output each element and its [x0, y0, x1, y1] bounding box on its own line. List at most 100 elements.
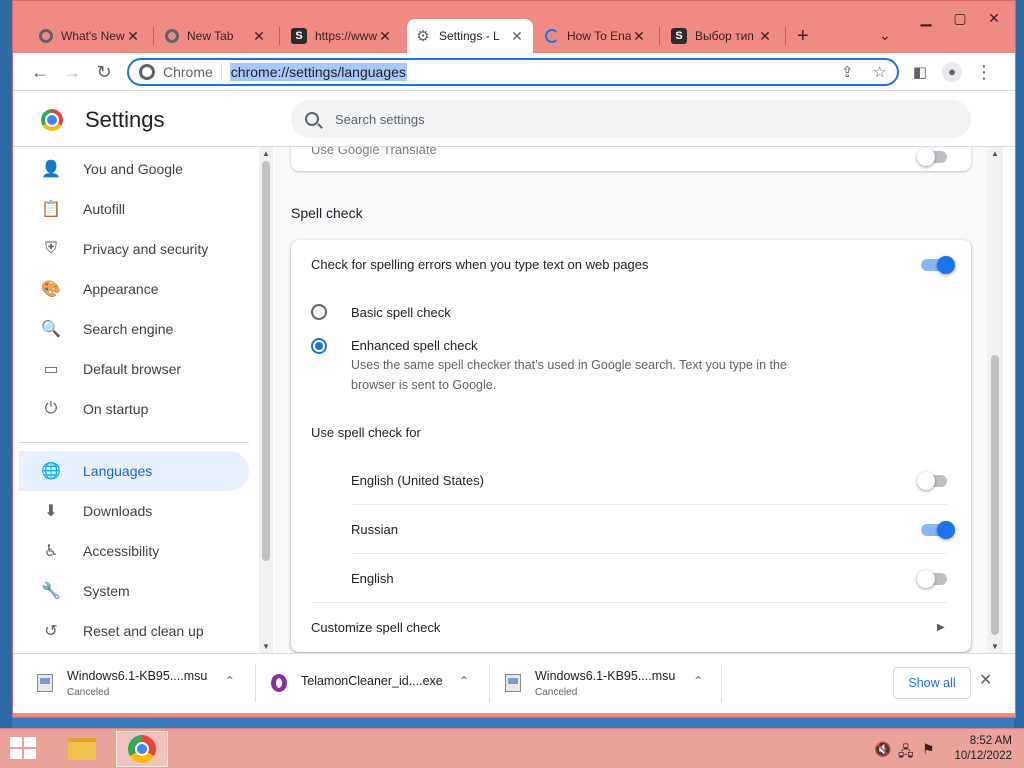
sidebar-item-autofill[interactable]: 📋 Autofill [19, 189, 249, 229]
tab-separator [279, 27, 280, 45]
language-row-russian: Russian [351, 522, 398, 537]
share-icon[interactable]: ⇪ [841, 63, 854, 81]
windows-taskbar: 🔇 🖧 ⚑ 8:52 AM 10/12/2022 [0, 728, 1024, 768]
settings-header: Settings Search settings [13, 91, 1015, 147]
sidebar-item-default-browser[interactable]: ▭ Default browser [19, 349, 249, 389]
menu-kebab-icon[interactable]: ⋮ [973, 61, 995, 83]
new-tab-button[interactable]: + [797, 25, 809, 48]
sidebar-item-system[interactable]: 🔧 System [19, 571, 249, 611]
system-clock[interactable]: 8:52 AM 10/12/2022 [948, 734, 1012, 764]
loading-icon [545, 29, 559, 43]
browser-toolbar: ← → ↻ Chrome chrome://settings/languages… [13, 53, 1015, 91]
search-placeholder: Search settings [335, 111, 425, 127]
action-center-flag-icon[interactable]: ⚑ [922, 741, 935, 758]
close-icon[interactable]: ✕ [631, 28, 647, 45]
omnibox-label: Chrome [163, 64, 213, 80]
chrome-logo-icon [41, 109, 63, 131]
close-icon[interactable]: ✕ [125, 28, 141, 45]
settings-sidebar: 👤 You and Google 📋 Autofill ⛨ Privacy an… [19, 147, 273, 653]
maximize-button[interactable]: ▢ [943, 7, 977, 29]
forward-arrow-icon[interactable]: → [61, 61, 83, 83]
sidebar-item-languages[interactable]: 🌐 Languages [19, 451, 249, 491]
customize-spell-check-link[interactable]: Customize spell check [311, 620, 440, 635]
windows-start-icon[interactable] [10, 737, 38, 761]
main-scroll-thumb[interactable] [991, 355, 999, 635]
tab-separator [153, 27, 154, 45]
tab-how-to-enable[interactable]: How To Ena ✕ [537, 19, 655, 53]
chevron-up-icon[interactable]: ⌃ [459, 674, 469, 688]
download-item[interactable]: TelamonCleaner_id....exe [271, 654, 481, 712]
minimize-button[interactable]: ▁ [909, 7, 943, 29]
close-icon[interactable]: ✕ [979, 670, 992, 690]
close-icon[interactable]: ✕ [757, 28, 773, 45]
main-scrollbar[interactable]: ▲ ▼ [987, 147, 1003, 653]
chevron-right-icon[interactable]: ▶ [937, 622, 945, 633]
tab-title: Выбор тип [695, 29, 754, 43]
desktop-background-left [0, 0, 12, 728]
reload-icon[interactable]: ↻ [93, 61, 115, 83]
sidebar-item-reset[interactable]: ↺ Reset and clean up [19, 611, 249, 651]
person-icon: 👤 [41, 161, 61, 178]
close-window-button[interactable]: ✕ [977, 7, 1011, 29]
shield-icon: ⛨ [44, 240, 57, 257]
omnibox-divider [220, 63, 222, 81]
back-arrow-icon[interactable]: ← [29, 61, 51, 83]
sidebar-scroll-thumb[interactable] [262, 161, 270, 561]
tab-https[interactable]: S https://www ✕ [283, 19, 401, 53]
basic-spell-check-radio[interactable] [311, 304, 327, 320]
toggle-english[interactable] [917, 570, 951, 588]
download-item[interactable]: Windows6.1-KB95....msu Canceled [37, 654, 247, 712]
search-settings-input[interactable]: Search settings [291, 100, 971, 138]
sidebar-item-search-engine[interactable]: 🔍 Search engine [19, 309, 249, 349]
profile-avatar-icon[interactable]: ● [941, 61, 963, 83]
chevron-up-icon[interactable]: ⌃ [693, 674, 703, 688]
toggle-english-us[interactable] [917, 472, 951, 490]
sidebar-item-appearance[interactable]: 🎨 Appearance [19, 269, 249, 309]
tab-search-chevron-icon[interactable]: ⌄ [879, 27, 891, 44]
close-icon[interactable]: ✕ [377, 28, 393, 45]
basic-spell-check-label: Basic spell check [351, 305, 451, 320]
close-icon[interactable]: ✕ [509, 28, 525, 45]
speaker-muted-icon[interactable]: 🔇 [874, 741, 891, 758]
side-panel-icon[interactable]: ◧ [909, 61, 931, 83]
tab-new-tab[interactable]: New Tab ✕ [157, 19, 275, 53]
toggle-russian[interactable] [921, 521, 955, 539]
spell-check-toggle[interactable] [921, 256, 955, 274]
network-icon[interactable]: 🖧 [898, 741, 914, 765]
enhanced-spell-check-radio[interactable] [311, 338, 327, 354]
download-filename: Windows6.1-KB95....msu [67, 668, 208, 683]
tab-vybor[interactable]: S Выбор тип ✕ [663, 19, 781, 53]
s-icon: S [671, 28, 687, 44]
use-spell-check-for-label: Use spell check for [311, 425, 421, 440]
scroll-up-arrow-icon[interactable]: ▲ [262, 149, 270, 158]
sidebar-item-label: Default browser [83, 361, 182, 377]
scroll-up-arrow-icon[interactable]: ▲ [991, 149, 999, 158]
row-divider [311, 602, 947, 603]
sidebar-scrollbar[interactable]: ▲ ▼ [259, 147, 273, 653]
chrome-taskbar-button[interactable] [116, 731, 168, 767]
show-all-button[interactable]: Show all [893, 667, 971, 699]
sidebar-item-label: System [83, 583, 130, 599]
translate-toggle[interactable] [917, 148, 951, 166]
scroll-down-arrow-icon[interactable]: ▼ [262, 642, 270, 651]
tab-separator [785, 27, 786, 45]
tab-whats-new[interactable]: What's New ✕ [31, 19, 149, 53]
installer-file-icon [37, 674, 53, 692]
file-explorer-button[interactable] [56, 731, 108, 767]
address-bar[interactable]: Chrome chrome://settings/languages ⇪ ☆ [127, 58, 899, 86]
close-icon[interactable]: ✕ [251, 28, 267, 45]
sidebar-item-downloads[interactable]: ⬇ Downloads [19, 491, 249, 531]
sidebar-item-accessibility[interactable]: ♿ Accessibility [19, 531, 249, 571]
sidebar-item-label: Autofill [83, 201, 126, 217]
sidebar-item-label: Reset and clean up [83, 623, 204, 639]
chevron-up-icon[interactable]: ⌃ [225, 674, 235, 688]
url-text[interactable]: chrome://settings/languages [229, 63, 407, 81]
tab-settings[interactable]: ⚙ Settings - L ✕ [407, 19, 533, 53]
search-icon: 🔍 [41, 321, 61, 338]
download-item[interactable]: Windows6.1-KB95....msu Canceled [505, 654, 715, 712]
sidebar-item-on-startup[interactable]: ⏻ On startup [19, 389, 249, 429]
sidebar-item-you-and-google[interactable]: 👤 You and Google [19, 149, 249, 189]
bookmark-star-icon[interactable]: ☆ [873, 63, 886, 81]
sidebar-item-privacy[interactable]: ⛨ Privacy and security [19, 229, 249, 269]
scroll-down-arrow-icon[interactable]: ▼ [991, 642, 999, 651]
